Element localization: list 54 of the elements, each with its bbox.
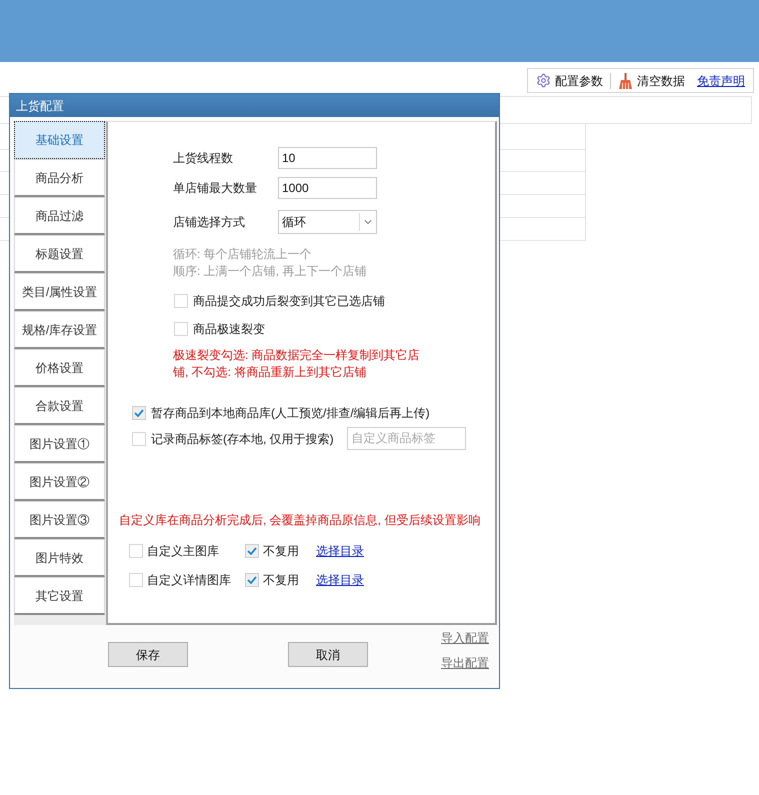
checkbox-label: 不复用 [263,572,299,588]
tab[interactable]: 标题设置 [14,235,105,273]
config-link[interactable]: 导出配置 [441,656,489,671]
tab[interactable]: 图片特效 [14,539,105,577]
config-link[interactable]: 导入配置 [441,631,489,646]
hint-text: 循环: 每个店铺轮流上一个 [173,246,313,263]
folder-link[interactable]: 选择目录 [316,570,364,588]
checkbox-label: 记录商品标签(存本地, 仅用于搜索) [151,430,334,448]
tab[interactable]: 其它设置 [14,577,105,615]
toolbar-button[interactable]: 配置参数 [536,72,603,90]
dialog-button[interactable]: 取消 [288,642,368,667]
field-label: 上货线程数 [173,150,234,167]
checkbox[interactable] [129,572,143,586]
tab[interactable]: 商品分析 [14,159,105,197]
dialog-button[interactable]: 保存 [108,642,188,667]
checkbox-label: 自定义详情图库 [147,572,231,588]
hint-text: 顺序: 上满一个店铺, 再上下一个店铺 [173,263,368,280]
warning-text: 极速裂变勾选: 商品数据完全一样复制到其它店铺, 不勾选: 将商品重新上到其它店铺 [173,347,421,381]
checkbox[interactable] [245,544,259,558]
tick-icon [134,408,144,416]
checkbox[interactable] [132,432,146,446]
window-title: 上货配置 [16,98,64,114]
toolbar-link[interactable]: 免责声明 [697,72,745,90]
gear-icon [536,73,551,88]
tab[interactable]: 类目/属性设置 [14,273,105,311]
tab[interactable]: 基础设置 [14,121,105,159]
tab[interactable]: 合款设置 [14,387,105,425]
checkbox-label: 商品提交成功后裂变到其它已选店铺 [193,292,385,310]
checkbox[interactable] [245,572,259,586]
tick-icon [247,546,257,554]
tab[interactable]: 规格/库存设置 [14,311,105,349]
folder-link[interactable]: 选择目录 [316,542,364,560]
checkbox[interactable] [129,544,143,558]
tick-icon [247,576,257,584]
tab[interactable]: 价格设置 [14,349,105,387]
checkbox-label: 不复用 [263,542,299,560]
toolbar-button[interactable]: 清空数据 [618,72,685,90]
checkbox[interactable] [132,406,146,420]
dropdown[interactable]: 循环 [278,210,377,234]
checkbox-label: 暂存商品到本地商品库(人工预览/排查/编辑后再上传) [151,404,430,422]
tab[interactable]: 图片设置② [14,463,105,501]
checkbox-label: 商品极速裂变 [193,320,265,338]
text-field[interactable]: 10 [278,147,377,169]
tab[interactable]: 商品过滤 [14,197,105,235]
tab[interactable]: 图片设置③ [14,501,105,539]
warning-text: 自定义库在商品分析完成后, 会覆盖掉商品原信息, 但受后续设置影响 [119,512,482,529]
checkbox[interactable] [174,322,188,336]
field-label: 店铺选择方式 [173,214,246,231]
field-label: 单店铺最大数量 [173,180,258,197]
checkbox-label: 自定义主图库 [147,542,219,560]
tab[interactable]: 图片设置① [14,425,105,463]
text-field[interactable]: 1000 [278,177,377,199]
checkbox[interactable] [174,294,188,308]
broom-icon [618,72,633,88]
